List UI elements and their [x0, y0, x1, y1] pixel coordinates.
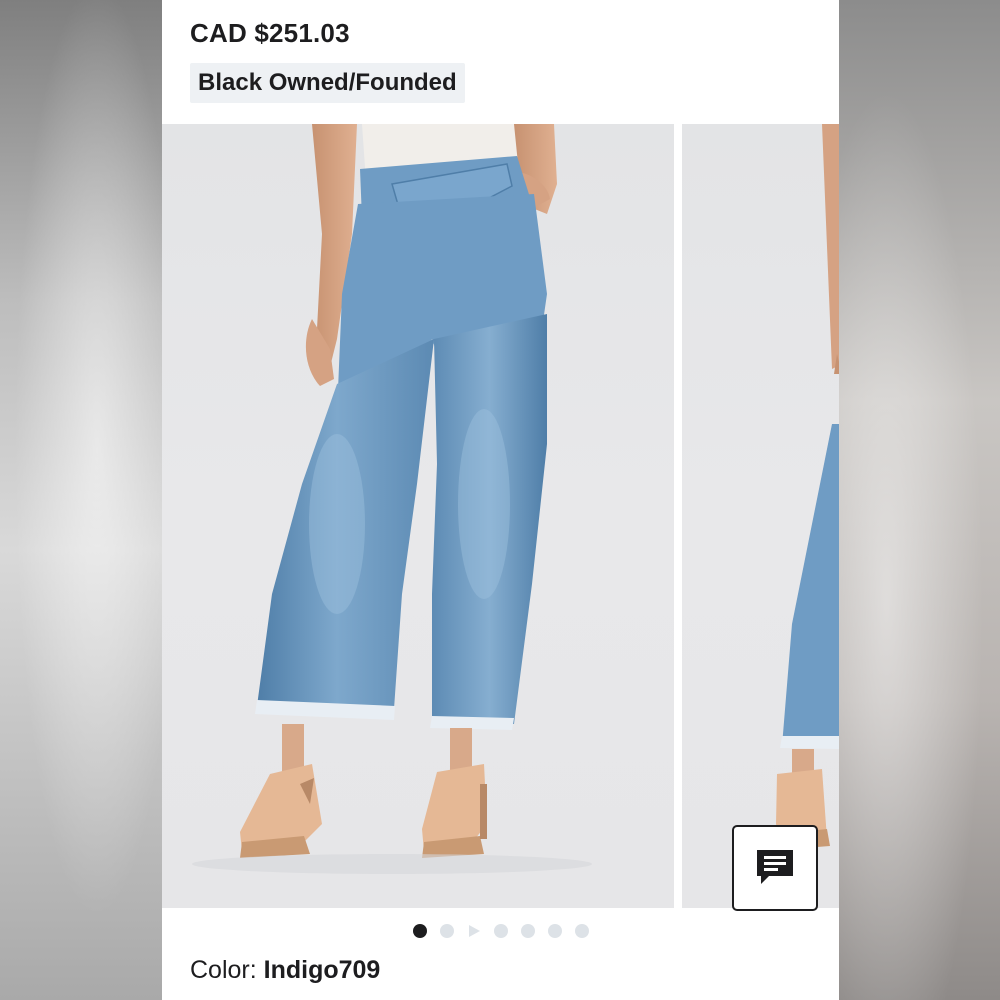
pagination-dot[interactable]: [412, 924, 427, 938]
product-image-next[interactable]: [682, 124, 839, 908]
black-owned-badge: Black Owned/Founded: [190, 63, 465, 103]
pagination-dot[interactable]: [547, 924, 562, 938]
jeans-illustration: [192, 124, 592, 874]
gallery-pagination: [162, 924, 839, 938]
pagination-video-dot[interactable]: [467, 924, 481, 938]
product-image-main[interactable]: [162, 124, 674, 908]
chat-button[interactable]: [732, 825, 818, 911]
color-selection: Color: Indigo709: [190, 956, 380, 985]
product-price: CAD $251.03: [190, 18, 350, 48]
color-value: Indigo709: [263, 956, 381, 984]
product-page: CAD $251.03 Black Owned/Founded Color: I…: [162, 0, 839, 1000]
pagination-dot[interactable]: [574, 924, 589, 938]
background-blur-left: [0, 0, 162, 1000]
image-gallery[interactable]: [162, 124, 839, 908]
background-blur-right: [838, 0, 1000, 1000]
pagination-dot[interactable]: [520, 924, 535, 938]
chat-bubble-icon: [757, 850, 793, 884]
color-label: Color:: [190, 956, 257, 984]
pagination-dot[interactable]: [493, 924, 508, 938]
play-icon: [468, 925, 480, 937]
pagination-dot[interactable]: [439, 924, 454, 938]
jeans-side-illustration: [776, 124, 839, 850]
